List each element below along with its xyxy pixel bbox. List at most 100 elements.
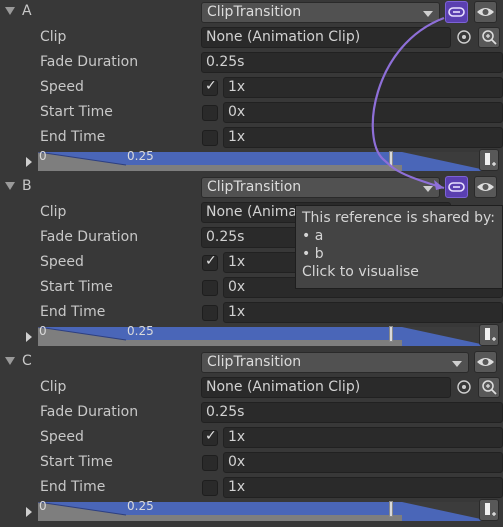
section-label: B xyxy=(22,178,32,194)
visibility-button[interactable] xyxy=(474,176,497,198)
start-time-value: 0x xyxy=(228,104,246,120)
visibility-button[interactable] xyxy=(474,1,497,23)
fade-duration-row: Fade Duration 0.25s xyxy=(0,401,503,426)
timeline-fade-graphic xyxy=(37,501,490,521)
end-time-value: 1x xyxy=(228,479,246,495)
visibility-button[interactable] xyxy=(474,351,497,373)
transition-type-value: ClipTransition xyxy=(207,4,302,20)
start-time-label: Start Time xyxy=(40,454,113,470)
timeline-track[interactable] xyxy=(37,326,490,346)
clip-label: Clip xyxy=(40,204,67,220)
object-picker-icon[interactable] xyxy=(455,28,473,46)
timeline[interactable]: 0 0.25 xyxy=(24,324,503,348)
search-button[interactable] xyxy=(478,377,500,398)
end-time-checkbox[interactable] xyxy=(202,130,218,146)
end-time-handle[interactable] xyxy=(389,151,393,167)
end-time-handle[interactable] xyxy=(389,326,393,342)
start-time-value: 0x xyxy=(228,279,246,295)
end-time-field[interactable]: 1x xyxy=(223,302,503,323)
add-event-button[interactable] xyxy=(479,324,499,346)
shared-reference-button[interactable] xyxy=(445,1,468,23)
timeline-fade-graphic xyxy=(37,151,490,171)
timeline-foldout-icon[interactable] xyxy=(26,157,32,167)
foldout-arrow-icon[interactable] xyxy=(5,357,15,365)
eye-icon xyxy=(477,183,494,191)
transition-type-dropdown[interactable]: ClipTransition xyxy=(201,2,440,23)
tooltip-item-b: • b xyxy=(302,246,324,262)
speed-label: Speed xyxy=(40,79,84,95)
checkmark-icon: ✓ xyxy=(205,78,217,94)
speed-field[interactable]: 1x xyxy=(223,77,503,98)
end-time-checkbox[interactable] xyxy=(202,305,218,321)
shared-reference-button[interactable] xyxy=(445,176,468,198)
speed-field[interactable]: 1x xyxy=(223,427,503,448)
start-time-field[interactable]: 0x xyxy=(223,102,503,123)
fade-duration-label: Fade Duration xyxy=(40,54,139,70)
timeline[interactable]: 0 0.25 xyxy=(24,149,503,173)
end-time-label: End Time xyxy=(40,304,106,320)
add-event-button[interactable] xyxy=(479,149,499,171)
speed-checkbox[interactable]: ✓ xyxy=(202,78,218,96)
start-time-field[interactable]: 0x xyxy=(223,452,503,473)
transition-type-value: ClipTransition xyxy=(207,354,302,370)
clip-field[interactable]: None (Animation Clip) xyxy=(201,377,451,398)
timeline-track[interactable] xyxy=(37,151,490,171)
speed-label: Speed xyxy=(40,429,84,445)
eye-icon xyxy=(477,358,494,366)
start-time-checkbox[interactable] xyxy=(202,455,218,471)
foldout-arrow-icon[interactable] xyxy=(5,7,15,15)
end-time-handle[interactable] xyxy=(389,501,393,517)
object-picker-icon[interactable] xyxy=(455,378,473,396)
clip-row: Clip None (Animation Clip) xyxy=(0,26,503,51)
dropdown-arrow-icon xyxy=(423,11,433,17)
section-header-row: A ClipTransition xyxy=(0,1,503,26)
speed-checkbox[interactable]: ✓ xyxy=(202,253,218,271)
foldout-arrow-icon[interactable] xyxy=(5,182,15,190)
timeline-foldout-icon[interactable] xyxy=(26,332,32,342)
timeline-label-start: 0 xyxy=(39,149,47,163)
shared-reference-tooltip: This reference is shared by: • a • b Cli… xyxy=(295,205,503,289)
transition-type-dropdown[interactable]: ClipTransition xyxy=(201,352,469,373)
tooltip-item-a: • a xyxy=(302,228,324,244)
end-time-label: End Time xyxy=(40,479,106,495)
fade-duration-label: Fade Duration xyxy=(40,229,139,245)
start-time-checkbox[interactable] xyxy=(202,105,218,121)
checkmark-icon: ✓ xyxy=(205,428,217,444)
section-label: C xyxy=(22,353,32,369)
speed-row: Speed ✓ 1x xyxy=(0,426,503,451)
fade-duration-label: Fade Duration xyxy=(40,404,139,420)
end-time-value: 1x xyxy=(228,304,246,320)
fade-duration-field[interactable]: 0.25s xyxy=(201,402,503,423)
timeline-track[interactable] xyxy=(37,501,490,521)
clip-field[interactable]: None (Animation Clip) xyxy=(201,27,451,48)
timeline-foldout-icon[interactable] xyxy=(26,507,32,517)
speed-value: 1x xyxy=(228,79,246,95)
fade-duration-row: Fade Duration 0.25s xyxy=(0,51,503,76)
start-time-checkbox[interactable] xyxy=(202,280,218,296)
search-icon xyxy=(482,30,497,45)
end-time-row: End Time 1x xyxy=(0,476,503,501)
timeline-label-fade: 0.25 xyxy=(127,499,154,513)
transition-type-dropdown[interactable]: ClipTransition xyxy=(201,177,440,198)
end-time-field[interactable]: 1x xyxy=(223,477,503,498)
section-header-row: C ClipTransition xyxy=(0,351,503,376)
transition-type-value: ClipTransition xyxy=(207,179,302,195)
search-button[interactable] xyxy=(478,27,500,48)
speed-checkbox[interactable]: ✓ xyxy=(202,428,218,446)
end-time-value: 1x xyxy=(228,129,246,145)
end-time-field[interactable]: 1x xyxy=(223,127,503,148)
end-time-checkbox[interactable] xyxy=(202,480,218,496)
add-event-icon xyxy=(485,328,496,341)
tooltip-footer: Click to visualise xyxy=(302,264,419,280)
link-icon xyxy=(448,7,465,17)
add-event-button[interactable] xyxy=(479,499,499,521)
timeline[interactable]: 0 0.25 xyxy=(24,499,503,523)
fade-duration-field[interactable]: 0.25s xyxy=(201,52,503,73)
end-time-label: End Time xyxy=(40,129,106,145)
start-time-value: 0x xyxy=(228,454,246,470)
section-c: C ClipTransition Clip None (Animation Cl… xyxy=(0,350,503,525)
timeline-fade-graphic xyxy=(37,326,490,346)
add-event-icon xyxy=(485,153,496,166)
start-time-row: Start Time 0x xyxy=(0,451,503,476)
eye-icon xyxy=(477,8,494,16)
